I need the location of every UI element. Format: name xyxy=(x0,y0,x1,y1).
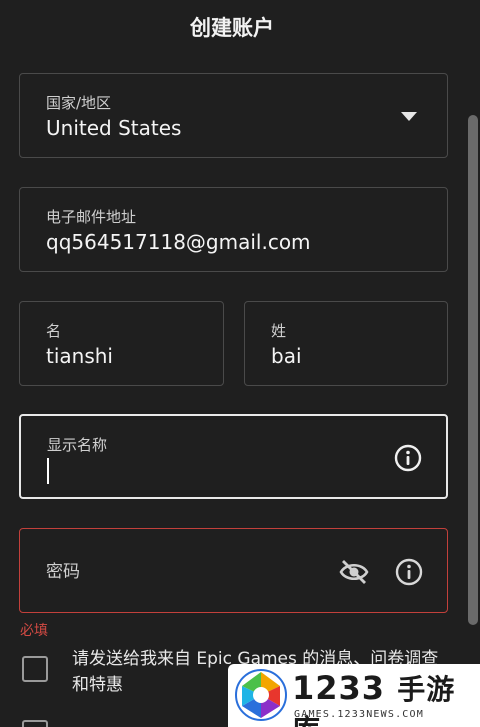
password-field[interactable]: 密码 xyxy=(19,528,448,613)
info-icon[interactable] xyxy=(393,443,423,473)
password-error-message: 必填 xyxy=(20,623,48,639)
country-value: United States xyxy=(46,116,182,140)
display-name-field[interactable]: 显示名称 xyxy=(19,414,448,499)
last-name-label: 姓 xyxy=(271,322,287,340)
email-label: 电子邮件地址 xyxy=(46,208,137,226)
password-label: 密码 xyxy=(46,562,80,582)
scrollbar-thumb[interactable] xyxy=(468,115,478,625)
country-select[interactable]: 国家/地区 United States xyxy=(19,73,448,158)
second-checkbox[interactable] xyxy=(22,720,48,727)
last-name-field[interactable]: 姓 bai xyxy=(244,301,448,386)
scrollbar-track[interactable] xyxy=(466,0,480,727)
info-icon[interactable] xyxy=(394,557,424,587)
first-name-field[interactable]: 名 tianshi xyxy=(19,301,224,386)
first-name-value[interactable]: tianshi xyxy=(46,344,113,368)
watermark-domain: GAMES.1233NEWS.COM xyxy=(294,709,424,720)
display-name-label: 显示名称 xyxy=(47,436,108,454)
marketing-consent-checkbox[interactable] xyxy=(22,656,48,682)
text-cursor xyxy=(47,458,49,484)
email-value[interactable]: qq564517118@gmail.com xyxy=(46,230,311,254)
country-label: 国家/地区 xyxy=(46,94,112,112)
watermark-number: 1233 xyxy=(292,669,386,707)
create-account-page: 创建账户 国家/地区 United States 电子邮件地址 qq564517… xyxy=(0,0,480,727)
eye-off-icon[interactable] xyxy=(338,557,370,587)
page-title: 创建账户 xyxy=(190,16,274,40)
last-name-value[interactable]: bai xyxy=(271,344,302,368)
email-field[interactable]: 电子邮件地址 qq564517118@gmail.com xyxy=(19,187,448,272)
brand-logo-icon xyxy=(235,669,287,721)
chevron-down-icon[interactable] xyxy=(401,112,417,121)
first-name-label: 名 xyxy=(46,322,62,340)
watermark-badge: 1233 手游库 GAMES.1233NEWS.COM xyxy=(228,664,480,727)
